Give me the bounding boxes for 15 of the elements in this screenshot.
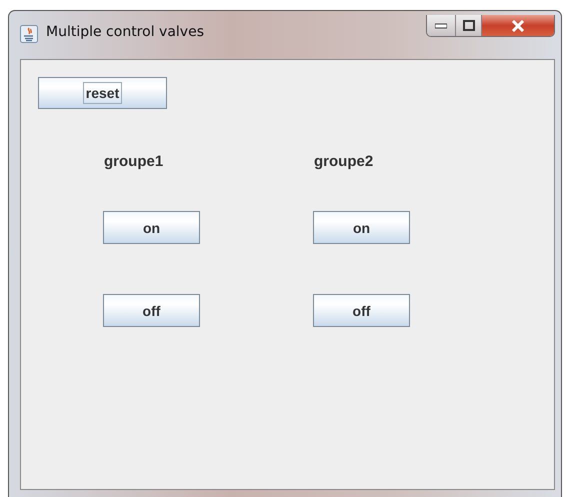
- group-label: groupe2: [314, 153, 374, 172]
- minimize-button[interactable]: [427, 15, 455, 36]
- reset-button[interactable]: reset: [38, 77, 167, 109]
- window-title: Multiple control valves: [46, 24, 204, 40]
- close-button[interactable]: [481, 15, 554, 36]
- valve-button[interactable]: off: [103, 294, 200, 327]
- valve-button[interactable]: off: [313, 294, 410, 327]
- group-label: groupe1: [104, 153, 164, 172]
- close-icon: [511, 20, 525, 32]
- valve-button[interactable]: on: [313, 211, 410, 244]
- maximize-button[interactable]: [455, 15, 481, 36]
- minimize-icon: [435, 22, 447, 28]
- maximize-icon: [462, 20, 474, 31]
- valve-button[interactable]: on: [103, 211, 200, 244]
- java-cup-icon: [20, 25, 38, 43]
